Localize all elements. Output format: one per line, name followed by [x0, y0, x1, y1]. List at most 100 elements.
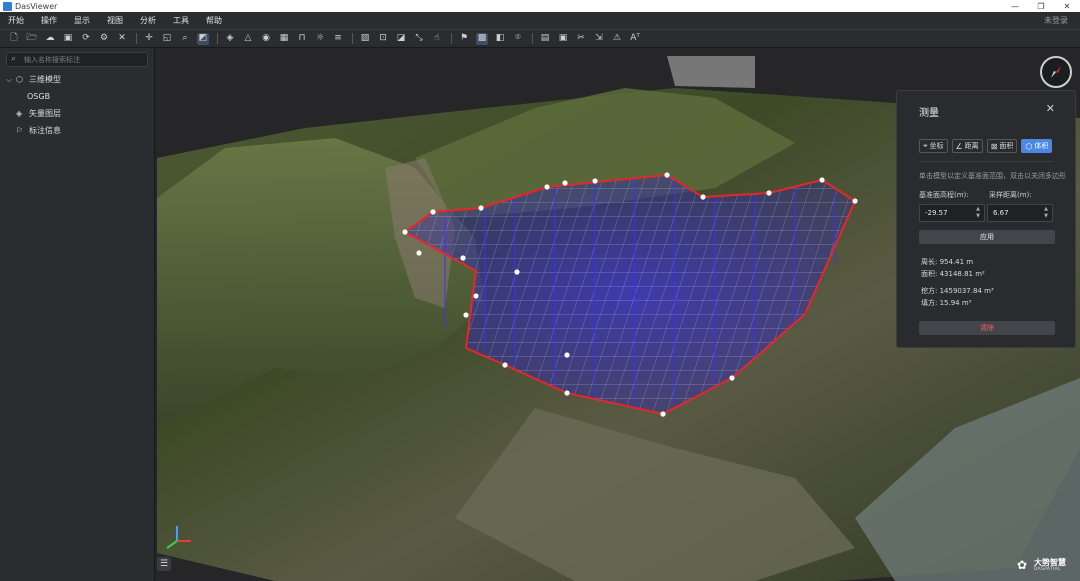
mesh-icon[interactable]: ▩	[476, 32, 488, 45]
maximize-button[interactable]: ❐	[1028, 0, 1054, 12]
cloud-icon[interactable]: ☁	[44, 33, 56, 45]
volume-icon: ⬡	[1025, 141, 1033, 151]
tree-item-label: 三维模型	[29, 75, 61, 84]
close-icon[interactable]: ✕	[116, 33, 128, 45]
tab-area[interactable]: ⊠ 面积	[986, 139, 1018, 153]
tab-label: 体积	[1034, 142, 1049, 150]
perimeter-value: 周长: 954.41 m	[921, 258, 974, 266]
image-icon[interactable]: ▨	[359, 33, 371, 45]
menu-operate[interactable]: 操作	[33, 15, 66, 26]
cut-volume-value: 挖方: 1459037.84 m³	[921, 287, 994, 295]
measure-hint: 单击模型以定义基准面范围，双击以关闭多边形	[919, 172, 1066, 180]
sphere-icon[interactable]: ◉	[260, 33, 272, 45]
close-icon[interactable]: ✕	[1046, 102, 1055, 115]
menu-tools[interactable]: 工具	[165, 15, 198, 26]
tree-item-label: OSGB	[27, 92, 51, 101]
menu-view[interactable]: 视图	[99, 15, 132, 26]
screen-icon[interactable]: ▣	[557, 33, 569, 45]
ruler-icon: ∠	[955, 141, 963, 151]
save-icon[interactable]: ▣	[62, 33, 74, 45]
hand-icon[interactable]: ☝	[431, 33, 443, 45]
area-value: 面积: 43148.81 m²	[921, 270, 985, 278]
open-folder-icon[interactable]: 🗁	[26, 33, 38, 45]
tab-label: 距离	[964, 142, 979, 150]
tree-item-label: 矢量图层	[29, 109, 61, 118]
search-box: ⌕	[6, 52, 148, 67]
export-icon[interactable]: ⇲	[593, 33, 605, 45]
title-bar: DasViewer — ❐ ✕	[0, 0, 1080, 12]
close-window-button[interactable]: ✕	[1054, 0, 1080, 12]
tab-distance[interactable]: ∠ 距离	[951, 139, 983, 153]
brand-logo-icon: ✿	[1017, 558, 1028, 572]
sun-icon[interactable]: ☼	[314, 33, 326, 45]
tree-item-osgb[interactable]: OSGB	[0, 88, 154, 105]
viewport-menu-icon[interactable]: ☰	[157, 557, 171, 571]
model-edge-block	[667, 56, 755, 88]
panel-title: 测量	[919, 108, 939, 119]
brand-logo: ✿ 大势智慧 DASPATIAL	[1017, 554, 1075, 576]
clear-button[interactable]: 清除	[919, 321, 1055, 335]
search-input[interactable]	[24, 55, 147, 64]
compass-needle	[1051, 66, 1061, 78]
tab-label: 坐标	[929, 142, 944, 150]
bookmark-icon[interactable]: ⊓	[296, 33, 308, 45]
tree-item-label: 标注信息	[29, 126, 61, 135]
select-icon[interactable]: ◱	[161, 33, 173, 45]
flag-icon: ⚐	[16, 126, 24, 135]
apply-button[interactable]: 应用	[919, 230, 1055, 244]
sample-distance-input[interactable]	[988, 209, 1038, 217]
tile-icon[interactable]: ◧	[494, 33, 506, 45]
tab-label: 面积	[999, 142, 1014, 150]
sample-distance-stepper[interactable]: ▲ ▼	[1041, 206, 1051, 220]
settings-icon[interactable]: ⚙	[98, 33, 110, 45]
sample-distance-label: 采样距离(m):	[989, 191, 1032, 199]
sidebar: ⌕ ⌵ ⬡ 三维模型 OSGB ◈ 矢量图层 ⚐ 标注信息	[0, 48, 155, 581]
refresh-icon[interactable]: ⟳	[80, 33, 92, 45]
pan-icon[interactable]: ✛	[143, 33, 155, 45]
compass-icon[interactable]	[1040, 56, 1072, 88]
cube-icon: ⬡	[16, 75, 23, 84]
menu-start[interactable]: 开始	[0, 15, 33, 26]
sample-distance-field: ▲▼	[987, 204, 1053, 222]
measure-tabs: ⌖ 坐标 ∠ 距离 ⊠ 面积 ⬡ 体积	[919, 139, 1056, 153]
menu-analysis[interactable]: 分析	[132, 15, 165, 26]
crop-icon[interactable]: ◪	[395, 33, 407, 45]
sliders-icon[interactable]: ≡	[332, 33, 344, 45]
toolbar-divider	[352, 33, 353, 44]
tab-coordinate[interactable]: ⌖ 坐标	[919, 139, 948, 153]
new-file-icon[interactable]: 🗋	[8, 33, 20, 45]
chevron-down-icon[interactable]: ⌵	[6, 75, 16, 85]
menu-bar: 开始 操作 显示 视图 分析 工具 帮助 未登录	[0, 12, 1080, 29]
zoom-icon[interactable]: ⌕	[179, 33, 191, 45]
doc-icon[interactable]: ▤	[539, 33, 551, 45]
tab-volume[interactable]: ⬡ 体积	[1021, 139, 1053, 153]
grid-icon[interactable]: ▦	[278, 33, 290, 45]
fill-volume-value: 填方: 15.94 m³	[921, 299, 972, 307]
base-height-stepper[interactable]: ▲ ▼	[973, 206, 983, 220]
text-icon[interactable]: Aᵀ	[629, 33, 641, 45]
flag-icon[interactable]: ⚑	[458, 33, 470, 45]
minimize-button[interactable]: —	[1002, 0, 1028, 12]
area-icon: ⊠	[990, 141, 998, 151]
cut-icon[interactable]: ✂	[575, 33, 587, 45]
menu-display[interactable]: 显示	[66, 15, 99, 26]
coordinate-icon: ⌖	[923, 141, 928, 150]
tree-item-3d-model[interactable]: ⌵ ⬡ 三维模型	[0, 71, 154, 88]
base-height-field: ▲▼	[919, 204, 985, 222]
tree-item-annotations[interactable]: ⚐ 标注信息	[0, 122, 154, 139]
focus-icon[interactable]: ⊡	[377, 33, 389, 45]
layer-icon[interactable]: ◈	[224, 33, 236, 45]
base-height-input[interactable]	[920, 209, 970, 217]
measure-icon[interactable]: ◩	[197, 32, 209, 45]
brand-name-cn: 大势智慧	[1034, 557, 1066, 567]
transform-icon[interactable]: ⤡	[413, 33, 425, 45]
toolbar: 🗋 🗁 ☁ ▣ ⟳ ⚙ ✕ ✛ ◱ ⌕ ◩ ◈ △ ◉ ▦ ⊓ ☼ ≡ ▨ ⊡ …	[0, 29, 1080, 48]
pin-icon[interactable]: ⌾	[512, 33, 524, 45]
layers-icon: ◈	[16, 109, 23, 118]
tree-item-vector-layer[interactable]: ◈ 矢量图层	[0, 105, 154, 122]
brand-name-en: DASPATIAL	[1034, 566, 1061, 572]
warning-icon[interactable]: ⚠	[611, 33, 623, 45]
menu-help[interactable]: 帮助	[198, 15, 231, 26]
login-link[interactable]: 未登录	[1044, 15, 1068, 26]
triangle-icon[interactable]: △	[242, 33, 254, 45]
